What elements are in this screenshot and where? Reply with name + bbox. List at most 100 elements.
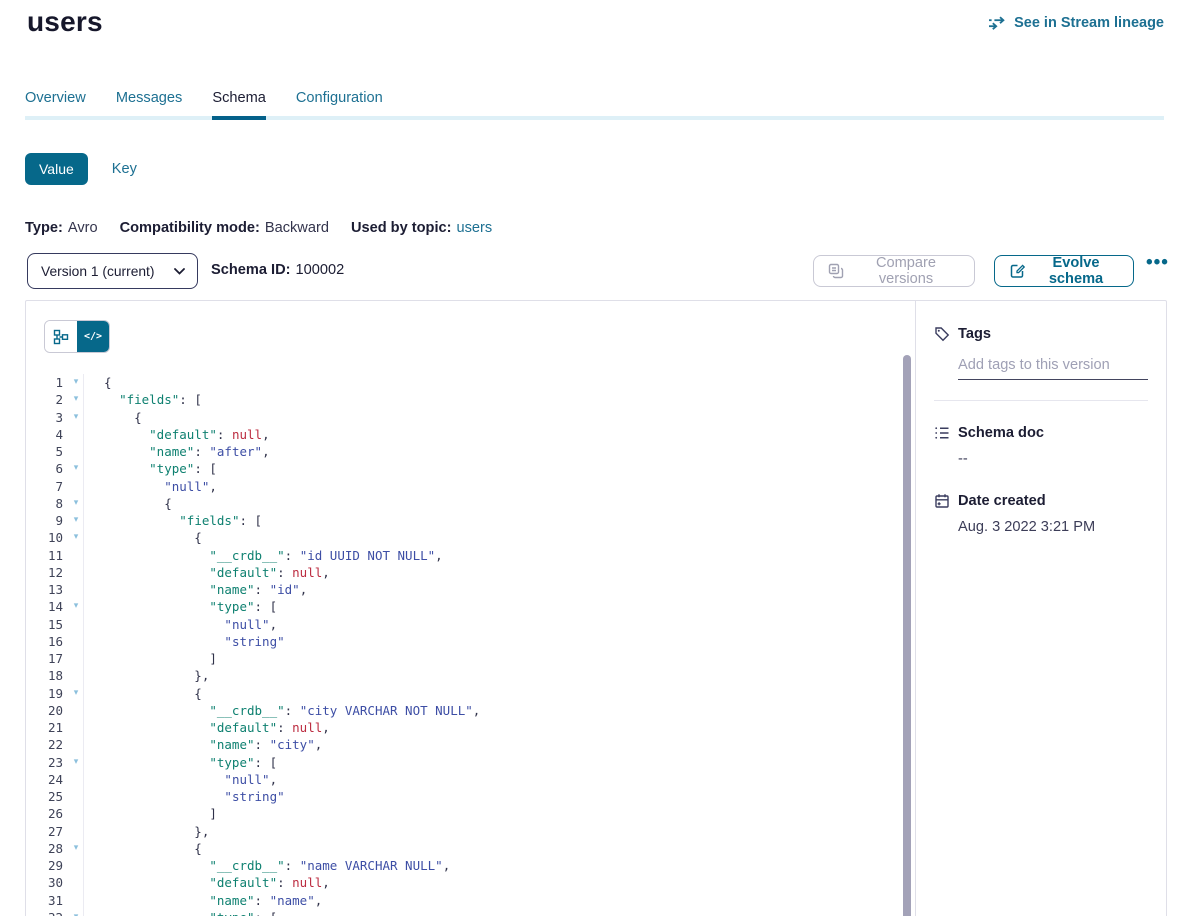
editor-scrollbar[interactable] [903, 355, 911, 916]
version-select[interactable]: Version 1 (current) [27, 253, 198, 289]
line-number: 24 [26, 771, 63, 788]
schema-code-editor[interactable]: 1▾{2▾ "fields": [3▾ {4 "default": null,5… [26, 374, 901, 916]
code-line: 23▾ "type": [ [26, 754, 901, 771]
fold-toggle-icon[interactable]: ▾ [68, 409, 84, 426]
schema-meta-row: Type:AvroCompatibility mode:BackwardUsed… [25, 220, 492, 236]
page-title: users [27, 6, 103, 38]
code-line: 9▾ "fields": [ [26, 512, 901, 529]
line-number: 12 [26, 564, 63, 581]
code-view-icon: </> [84, 331, 102, 342]
meta-item: Compatibility mode:Backward [120, 220, 329, 236]
line-number: 18 [26, 667, 63, 684]
line-number: 23 [26, 754, 63, 771]
code-line: 1▾{ [26, 374, 901, 391]
code-line: 21 "default": null, [26, 719, 901, 736]
line-number: 2 [26, 391, 63, 408]
fold-toggle-icon[interactable]: ▾ [68, 460, 84, 477]
line-number: 3 [26, 409, 63, 426]
code-line: 7 "null", [26, 478, 901, 495]
line-number: 29 [26, 857, 63, 874]
see-in-stream-lineage-link[interactable]: See in Stream lineage [988, 15, 1164, 31]
tab-configuration[interactable]: Configuration [296, 90, 383, 117]
date-created-section-header: Date created [934, 493, 1148, 509]
tags-section-header: Tags [934, 326, 1148, 342]
code-line: 22 "name": "city", [26, 736, 901, 753]
add-tags-input[interactable] [958, 350, 1148, 380]
code-line: 32▾ "type": [ [26, 909, 901, 916]
line-number: 20 [26, 702, 63, 719]
line-number: 22 [26, 736, 63, 753]
fold-toggle-icon[interactable]: ▾ [68, 754, 84, 771]
tree-view-button[interactable] [45, 321, 77, 352]
code-line: 20 "__crdb__": "city VARCHAR NOT NULL", [26, 702, 901, 719]
tab-overview[interactable]: Overview [25, 90, 86, 117]
fold-toggle-icon[interactable]: ▾ [68, 391, 84, 408]
code-line: 2▾ "fields": [ [26, 391, 901, 408]
tab-bar: Overview Messages Schema Configuration [25, 90, 383, 117]
code-line: 30 "default": null, [26, 874, 901, 891]
line-number: 7 [26, 478, 63, 495]
code-line: 4 "default": null, [26, 426, 901, 443]
meta-item: Used by topic:users [351, 220, 492, 236]
code-line: 6▾ "type": [ [26, 460, 901, 477]
tab-underline-track [25, 116, 1164, 120]
fold-toggle-icon[interactable]: ▾ [68, 598, 84, 615]
more-actions-icon[interactable]: ••• [1146, 252, 1169, 274]
fold-toggle-icon[interactable]: ▾ [68, 840, 84, 857]
code-line: 31 "name": "name", [26, 892, 901, 909]
code-line: 28▾ { [26, 840, 901, 857]
line-number: 17 [26, 650, 63, 667]
line-number: 19 [26, 685, 63, 702]
line-number: 16 [26, 633, 63, 650]
sidebar-divider [934, 400, 1148, 401]
evolve-schema-button[interactable]: Evolve schema [994, 255, 1134, 287]
fold-toggle-icon[interactable]: ▾ [68, 374, 84, 391]
schema-sidebar: Tags Schema doc [916, 301, 1166, 916]
line-number: 1 [26, 374, 63, 391]
compare-versions-button[interactable]: Compare versions [813, 255, 975, 287]
fold-toggle-icon[interactable]: ▾ [68, 685, 84, 702]
line-number: 9 [26, 512, 63, 529]
code-line: 19▾ { [26, 685, 901, 702]
line-number: 5 [26, 443, 63, 460]
line-number: 30 [26, 874, 63, 891]
line-number: 27 [26, 823, 63, 840]
line-number: 4 [26, 426, 63, 443]
value-tab-button[interactable]: Value [25, 153, 88, 185]
tab-schema[interactable]: Schema [212, 90, 266, 117]
line-number: 31 [26, 892, 63, 909]
line-number: 28 [26, 840, 63, 857]
topic-link[interactable]: users [456, 220, 492, 236]
tab-messages[interactable]: Messages [116, 90, 183, 117]
line-number: 11 [26, 547, 63, 564]
tree-view-icon [53, 329, 69, 345]
code-line: 16 "string" [26, 633, 901, 650]
date-created-value: Aug. 3 2022 3:21 PM [958, 519, 1148, 535]
code-line: 24 "null", [26, 771, 901, 788]
code-line: 5 "name": "after", [26, 443, 901, 460]
code-line: 14▾ "type": [ [26, 598, 901, 615]
tag-icon [934, 326, 950, 342]
key-tab-button[interactable]: Key [112, 161, 137, 177]
fold-toggle-icon[interactable]: ▾ [68, 495, 84, 512]
code-view-button[interactable]: </> [77, 321, 109, 352]
fold-toggle-icon[interactable]: ▾ [68, 529, 84, 546]
meta-value: Avro [68, 220, 98, 236]
code-line: 18 }, [26, 667, 901, 684]
line-number: 8 [26, 495, 63, 512]
chevron-down-icon [174, 268, 185, 275]
code-line: 11 "__crdb__": "id UUID NOT NULL", [26, 547, 901, 564]
code-line: 26 ] [26, 805, 901, 822]
list-icon [934, 425, 950, 441]
value-key-toggle: Value Key [25, 153, 137, 185]
code-line: 3▾ { [26, 409, 901, 426]
fold-toggle-icon[interactable]: ▾ [68, 909, 84, 916]
code-line: 12 "default": null, [26, 564, 901, 581]
schema-editor-pane: </> 1▾{2▾ "fields": [3▾ {4 "default": nu… [26, 301, 916, 916]
line-number: 6 [26, 460, 63, 477]
code-line: 8▾ { [26, 495, 901, 512]
code-line: 15 "null", [26, 616, 901, 633]
schema-doc-value: -- [958, 451, 1148, 467]
line-number: 32 [26, 909, 63, 916]
fold-toggle-icon[interactable]: ▾ [68, 512, 84, 529]
